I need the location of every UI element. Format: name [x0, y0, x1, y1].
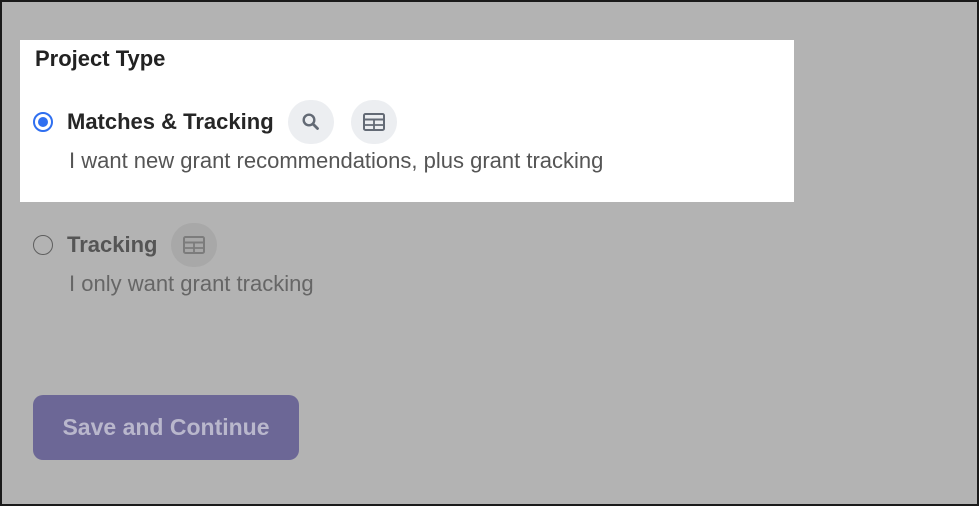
option-label: Matches & Tracking	[67, 109, 274, 134]
option-label: Tracking	[67, 232, 158, 257]
option-header: Matches & Tracking	[33, 100, 603, 144]
option-matches-tracking[interactable]: Matches & Tracking I want new grant reco…	[33, 100, 603, 174]
option-header: Tracking	[33, 223, 314, 267]
table-icon	[171, 223, 218, 267]
save-and-continue-button[interactable]: Save and Continue	[33, 395, 299, 460]
modal-frame: Project Type Matches & Tracking I want n…	[0, 0, 979, 506]
radio-matches-tracking[interactable]	[33, 112, 53, 132]
table-icon	[350, 100, 397, 144]
option-tracking[interactable]: Tracking I only want grant tracking	[33, 223, 314, 297]
radio-tracking[interactable]	[33, 235, 53, 255]
option-description: I only want grant tracking	[69, 271, 314, 296]
option-description: I want new grant recommendations, plus g…	[69, 148, 604, 173]
section-title: Project Type	[35, 46, 166, 71]
search-icon	[287, 100, 334, 144]
